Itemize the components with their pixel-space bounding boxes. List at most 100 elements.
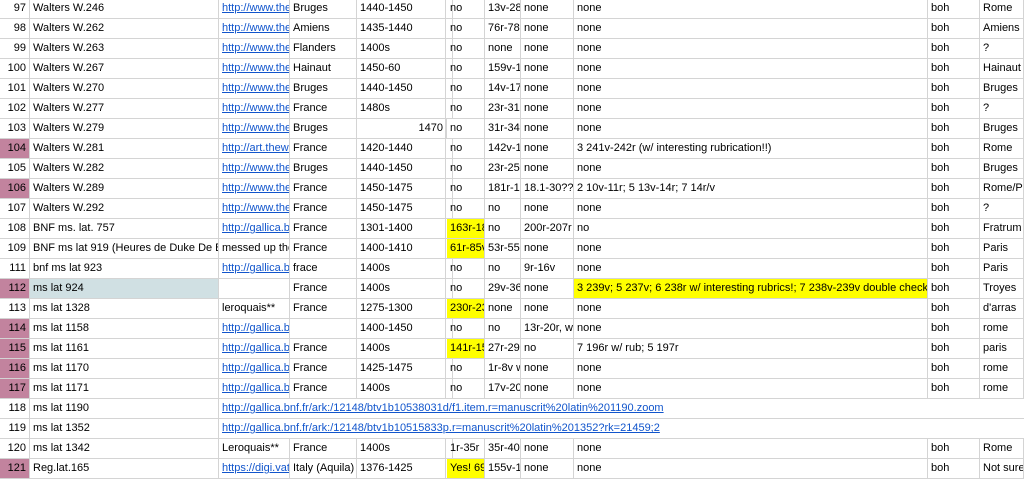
cell-place[interactable]: France bbox=[290, 199, 357, 219]
cell-name[interactable]: ms lat 1161 bbox=[30, 339, 219, 359]
cell-date[interactable]: 1400s bbox=[357, 259, 446, 279]
cell-date[interactable]: 1376-1425 bbox=[357, 459, 446, 479]
cell-date[interactable]: 1480s bbox=[357, 99, 446, 119]
cell-f[interactable]: no bbox=[447, 379, 485, 399]
cell-k[interactable]: paris bbox=[980, 339, 1024, 359]
cell-date[interactable]: 1435-1440 bbox=[357, 19, 446, 39]
cell-place[interactable]: France bbox=[290, 279, 357, 299]
cell-place[interactable]: France bbox=[290, 219, 357, 239]
cell-j[interactable]: boh bbox=[928, 139, 980, 159]
cell-h[interactable]: none bbox=[521, 199, 574, 219]
row-number[interactable]: 117 bbox=[0, 379, 30, 399]
cell-date[interactable]: 1400s bbox=[357, 379, 446, 399]
cell-f[interactable]: 61r-85v bbox=[447, 239, 485, 259]
cell-j[interactable]: boh bbox=[928, 59, 980, 79]
cell-date[interactable]: 1440-1450 bbox=[357, 0, 446, 19]
cell-name[interactable]: ms lat 1190 bbox=[30, 399, 219, 419]
cell-k[interactable]: rome bbox=[980, 379, 1024, 399]
cell-i[interactable]: none bbox=[574, 19, 928, 39]
cell-k[interactable]: ? bbox=[980, 199, 1024, 219]
cell-j[interactable]: boh bbox=[928, 379, 980, 399]
cell-f[interactable]: no bbox=[447, 59, 485, 79]
cell-i[interactable]: none bbox=[574, 79, 928, 99]
cell-date[interactable]: 1400s bbox=[357, 339, 446, 359]
url-link[interactable]: http://www.the bbox=[219, 199, 290, 219]
url-link[interactable]: Leroquais** bbox=[219, 439, 290, 459]
cell-date[interactable]: 1440-1450 bbox=[357, 159, 446, 179]
cell-i[interactable]: none bbox=[574, 159, 928, 179]
cell-name[interactable]: Walters W.292 bbox=[30, 199, 219, 219]
cell-g[interactable]: 29v-36 bbox=[485, 279, 521, 299]
cell-place[interactable]: Bruges bbox=[290, 0, 357, 19]
cell-k[interactable]: ? bbox=[980, 39, 1024, 59]
cell-i[interactable]: none bbox=[574, 439, 928, 459]
url-link[interactable]: leroquais** bbox=[219, 299, 290, 319]
cell-g[interactable]: no bbox=[485, 319, 521, 339]
url-link[interactable]: http://www.the bbox=[219, 179, 290, 199]
cell-place[interactable]: France bbox=[290, 339, 357, 359]
cell-i[interactable]: 2 10v-11r; 5 13v-14r; 7 14r/v bbox=[574, 179, 928, 199]
cell-k[interactable]: Troyes bbox=[980, 279, 1024, 299]
cell-name[interactable]: bnf ms lat 923 bbox=[30, 259, 219, 279]
cell-h[interactable]: none bbox=[521, 39, 574, 59]
cell-date[interactable]: 1301-1400 bbox=[357, 219, 446, 239]
cell-j[interactable]: boh bbox=[928, 0, 980, 19]
cell-j[interactable]: boh bbox=[928, 359, 980, 379]
cell-g[interactable]: 1r-8v with bbox=[485, 359, 521, 379]
cell-date[interactable]: 1400s bbox=[357, 39, 446, 59]
row-number[interactable]: 105 bbox=[0, 159, 30, 179]
cell-k[interactable]: Fratrum Min bbox=[980, 219, 1024, 239]
cell-h[interactable]: 200r-207r bbox=[521, 219, 574, 239]
cell-date[interactable]: 1450-1475 bbox=[357, 199, 446, 219]
cell-date[interactable]: 1400-1450 bbox=[357, 319, 446, 339]
cell-j[interactable]: boh bbox=[928, 199, 980, 219]
cell-place[interactable]: France bbox=[290, 299, 357, 319]
cell-place[interactable]: France bbox=[290, 239, 357, 259]
cell-h[interactable]: none bbox=[521, 359, 574, 379]
cell-g[interactable]: 23r-31r bbox=[485, 99, 521, 119]
cell-name[interactable]: Walters W.262 bbox=[30, 19, 219, 39]
cell-place[interactable]: Flanders bbox=[290, 39, 357, 59]
cell-name[interactable]: Walters W.281 bbox=[30, 139, 219, 159]
cell-place[interactable]: Bruges bbox=[290, 159, 357, 179]
url-link[interactable]: http://www.the bbox=[219, 0, 290, 19]
cell-i[interactable]: none bbox=[574, 119, 928, 139]
url-link[interactable]: http://www.the bbox=[219, 79, 290, 99]
row-number[interactable]: 121 bbox=[0, 459, 30, 479]
row-number[interactable]: 102 bbox=[0, 99, 30, 119]
cell-k[interactable]: Amiens bbox=[980, 19, 1024, 39]
cell-g[interactable]: 17v-20r bbox=[485, 379, 521, 399]
cell-k[interactable]: Rome/Paris bbox=[980, 179, 1024, 199]
cell-j[interactable]: boh bbox=[928, 79, 980, 99]
cell-name[interactable]: ms lat 1170 bbox=[30, 359, 219, 379]
cell-j[interactable]: boh bbox=[928, 19, 980, 39]
cell-place[interactable]: Bruges bbox=[290, 119, 357, 139]
cell-f[interactable]: no bbox=[447, 179, 485, 199]
cell-k[interactable]: Rome bbox=[980, 439, 1024, 459]
cell-e[interactable]: 1470 bbox=[357, 119, 447, 139]
cell-place[interactable]: France bbox=[290, 359, 357, 379]
cell-name[interactable]: ms lat 924 bbox=[30, 279, 219, 299]
cell-g[interactable]: 35r-40r bbox=[485, 439, 521, 459]
cell-j[interactable]: boh bbox=[928, 279, 980, 299]
cell-g[interactable]: 53r-55r bbox=[485, 239, 521, 259]
url-link[interactable]: http://www.the bbox=[219, 19, 290, 39]
cell-place[interactable]: Amiens bbox=[290, 19, 357, 39]
cell-i[interactable]: none bbox=[574, 199, 928, 219]
row-number[interactable]: 111 bbox=[0, 259, 30, 279]
url-link[interactable]: http://gallica.b bbox=[219, 219, 290, 239]
cell-name[interactable]: BNF ms lat 919 (Heures de Duke De B bbox=[30, 239, 219, 259]
cell-date[interactable]: 1400-1410 bbox=[357, 239, 446, 259]
cell-g[interactable]: 31r-34v bbox=[485, 119, 521, 139]
cell-name[interactable]: Walters W.246 bbox=[30, 0, 219, 19]
cell-date[interactable]: 1400s bbox=[357, 279, 446, 299]
cell-i[interactable]: none bbox=[574, 259, 928, 279]
cell-j[interactable]: boh bbox=[928, 159, 980, 179]
cell-h[interactable]: 13r-20r, wi bbox=[521, 319, 574, 339]
cell-place[interactable]: France bbox=[290, 439, 357, 459]
cell-f[interactable]: no bbox=[447, 279, 485, 299]
row-number[interactable]: 118 bbox=[0, 399, 30, 419]
cell-i[interactable]: none bbox=[574, 239, 928, 259]
cell-j[interactable]: boh bbox=[928, 299, 980, 319]
row-number[interactable]: 99 bbox=[0, 39, 30, 59]
